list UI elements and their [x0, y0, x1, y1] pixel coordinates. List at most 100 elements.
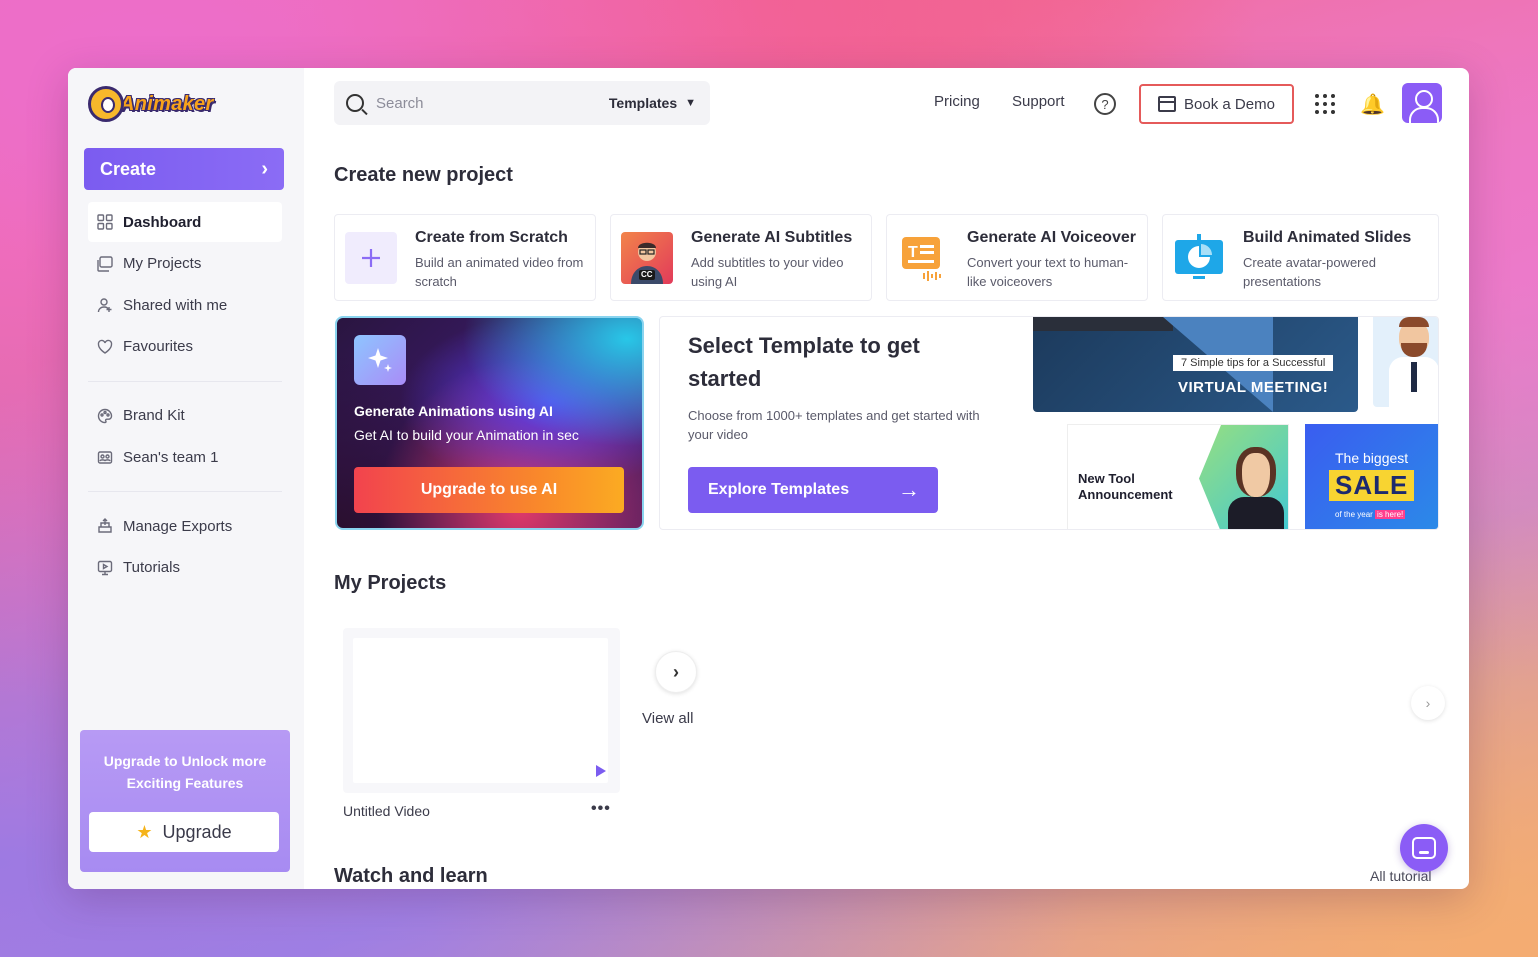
generate-ai-subtitles-card[interactable]: CC Generate AI Subtitles Add subtitles t… — [610, 214, 872, 301]
star-icon: ★ — [136, 821, 153, 842]
chevron-right-icon[interactable]: › — [655, 651, 697, 693]
woman-illustration — [1228, 497, 1284, 529]
view-all-link[interactable]: View all — [642, 710, 693, 727]
grid-icon — [96, 213, 114, 231]
sidebar-item-manage-exports[interactable]: Manage Exports — [88, 506, 282, 546]
more-options-icon[interactable]: ••• — [591, 800, 611, 818]
sidebar-item-label: Brand Kit — [123, 407, 185, 424]
chevron-right-icon: › — [261, 158, 268, 180]
sidebar-item-shared-with-me[interactable]: Shared with me — [88, 285, 282, 325]
hair-illustration — [1399, 317, 1429, 327]
build-animated-slides-card[interactable]: Build Animated Slides Create avatar-powe… — [1162, 214, 1439, 301]
card-title: Generate AI Subtitles — [691, 229, 853, 246]
woman-head-illustration — [1236, 447, 1276, 497]
palette-icon — [96, 407, 114, 425]
sidebar-item-label: Dashboard — [123, 213, 202, 231]
my-projects-title: My Projects — [334, 572, 447, 594]
upgrade-to-use-ai-button[interactable]: Upgrade to use AI — [354, 467, 624, 513]
sidebar-nav-main: Dashboard My Projects Shared with me Fav… — [88, 202, 282, 589]
create-button[interactable]: Create › — [84, 148, 284, 190]
generate-ai-voiceover-card[interactable]: T Generate AI Voiceover Convert your tex… — [886, 214, 1148, 301]
sidebar-item-team[interactable]: Sean's team 1 — [88, 437, 282, 477]
search-input[interactable]: Search — [376, 95, 609, 112]
explore-templates-button[interactable]: Explore Templates → — [688, 467, 938, 513]
animaker-logo[interactable]: Animaker — [88, 84, 214, 124]
calendar-icon — [1158, 96, 1177, 112]
sidebar-divider — [88, 491, 282, 492]
sale-bottom-text: of the year is here! — [1335, 510, 1406, 519]
logo-mascot-icon — [88, 86, 124, 122]
book-demo-button[interactable]: Book a Demo — [1139, 84, 1294, 124]
search-scope-dropdown[interactable]: Templates ▼ — [609, 95, 696, 111]
template-banner-desc: Choose from 1000+ templates and get star… — [688, 408, 980, 442]
sidebar-item-label: My Projects — [123, 255, 202, 272]
help-icon[interactable]: ? — [1094, 93, 1116, 115]
project-thumbnail — [353, 638, 608, 783]
upgrade-button[interactable]: ★ Upgrade — [89, 812, 279, 852]
team-icon — [96, 448, 114, 466]
sidebar-item-label: Tutorials — [123, 559, 180, 576]
card-desc: Add subtitles to your video using AI — [691, 255, 844, 289]
card-title: Generate AI Voiceover — [967, 229, 1136, 246]
create-button-label: Create — [100, 158, 157, 179]
sidebar-item-label: Sean's team 1 — [123, 448, 219, 466]
apps-grid-icon[interactable] — [1315, 94, 1335, 114]
sidebar-item-favourites[interactable]: Favourites — [88, 327, 282, 367]
bell-icon[interactable]: 🔔 — [1360, 92, 1385, 117]
chat-support-icon[interactable] — [1400, 824, 1448, 872]
sidebar-item-label: Shared with me — [123, 296, 228, 314]
ai-banner-title: Generate Animations using AI — [354, 403, 553, 419]
desk-illustration — [1033, 317, 1173, 331]
template-banner: Select Template to get started Choose fr… — [659, 316, 1439, 530]
sale-top-text: The biggest — [1335, 450, 1409, 466]
user-share-icon — [96, 296, 114, 314]
app-window: Animaker Create › Dashboard My Projects — [68, 68, 1469, 889]
create-from-scratch-card[interactable]: Create from Scratch Build an animated vi… — [334, 214, 596, 301]
sidebar-item-brand-kit[interactable]: Brand Kit — [88, 396, 282, 436]
sidebar-item-my-projects[interactable]: My Projects — [88, 244, 282, 284]
search-icon — [346, 94, 364, 112]
template-banner-title: Select Template to get started — [688, 333, 920, 391]
card-desc: Create avatar-powered presentations — [1243, 255, 1376, 289]
sidebar-item-label: Manage Exports — [123, 517, 233, 535]
beard-illustration — [1401, 343, 1427, 357]
scroll-next-icon[interactable]: › — [1411, 686, 1445, 720]
sidebar-divider — [88, 380, 282, 382]
template-thumb-presenter[interactable] — [1373, 317, 1438, 407]
sidebar: Animaker Create › Dashboard My Projects — [68, 68, 304, 889]
slides-icon — [1173, 232, 1225, 284]
support-link[interactable]: Support — [1012, 93, 1065, 110]
card-desc: Build an animated video from scratch — [415, 255, 584, 289]
avatar[interactable] — [1402, 83, 1442, 123]
pricing-link[interactable]: Pricing — [934, 93, 980, 110]
sparkle-icon — [354, 335, 406, 385]
search-scope-label: Templates — [608, 95, 678, 111]
sidebar-item-dashboard[interactable]: Dashboard — [88, 202, 282, 242]
card-title: Create from Scratch — [415, 229, 568, 246]
tie-illustration — [1411, 362, 1417, 392]
card-title: Build Animated Slides — [1243, 229, 1412, 246]
template-thumb-tag: 7 Simple tips for a Successful — [1173, 355, 1334, 371]
watch-and-learn-title: Watch and learn — [334, 865, 488, 887]
template-thumb-sale[interactable]: The biggest SALE of the year is here! — [1305, 424, 1438, 529]
upgrade-button-label: Upgrade — [162, 821, 232, 842]
plus-icon — [345, 232, 397, 284]
project-card[interactable] — [343, 628, 620, 793]
sidebar-item-tutorials[interactable]: Tutorials — [88, 548, 282, 588]
explore-templates-label: Explore Templates — [708, 481, 850, 498]
template-thumb-virtual-meeting[interactable]: 7 Simple tips for a Successful VIRTUAL M… — [1033, 317, 1358, 412]
upgrade-promo-card: Upgrade to Unlock more Exciting Features… — [80, 730, 290, 872]
sale-word: SALE — [1329, 470, 1415, 501]
play-icon — [596, 765, 606, 777]
project-name: Untitled Video — [343, 803, 430, 819]
template-thumb-new-tool[interactable]: New Tool Announcement — [1067, 424, 1289, 529]
sidebar-item-label: Favourites — [123, 338, 194, 355]
ai-banner-subtitle: Get AI to build your Animation in sec — [354, 427, 579, 443]
search-bar[interactable]: Search Templates ▼ — [334, 81, 710, 125]
card-desc: Convert your text to human-like voiceove… — [967, 255, 1129, 289]
book-demo-label: Book a Demo — [1184, 95, 1275, 113]
template-thumb-title: New Tool Announcement — [1078, 471, 1173, 502]
logo-text: Animaker — [120, 92, 214, 115]
ai-promo-banner: Generate Animations using AI Get AI to b… — [335, 316, 644, 530]
upgrade-promo-text: Upgrade to Unlock more Exciting Features — [103, 753, 267, 791]
